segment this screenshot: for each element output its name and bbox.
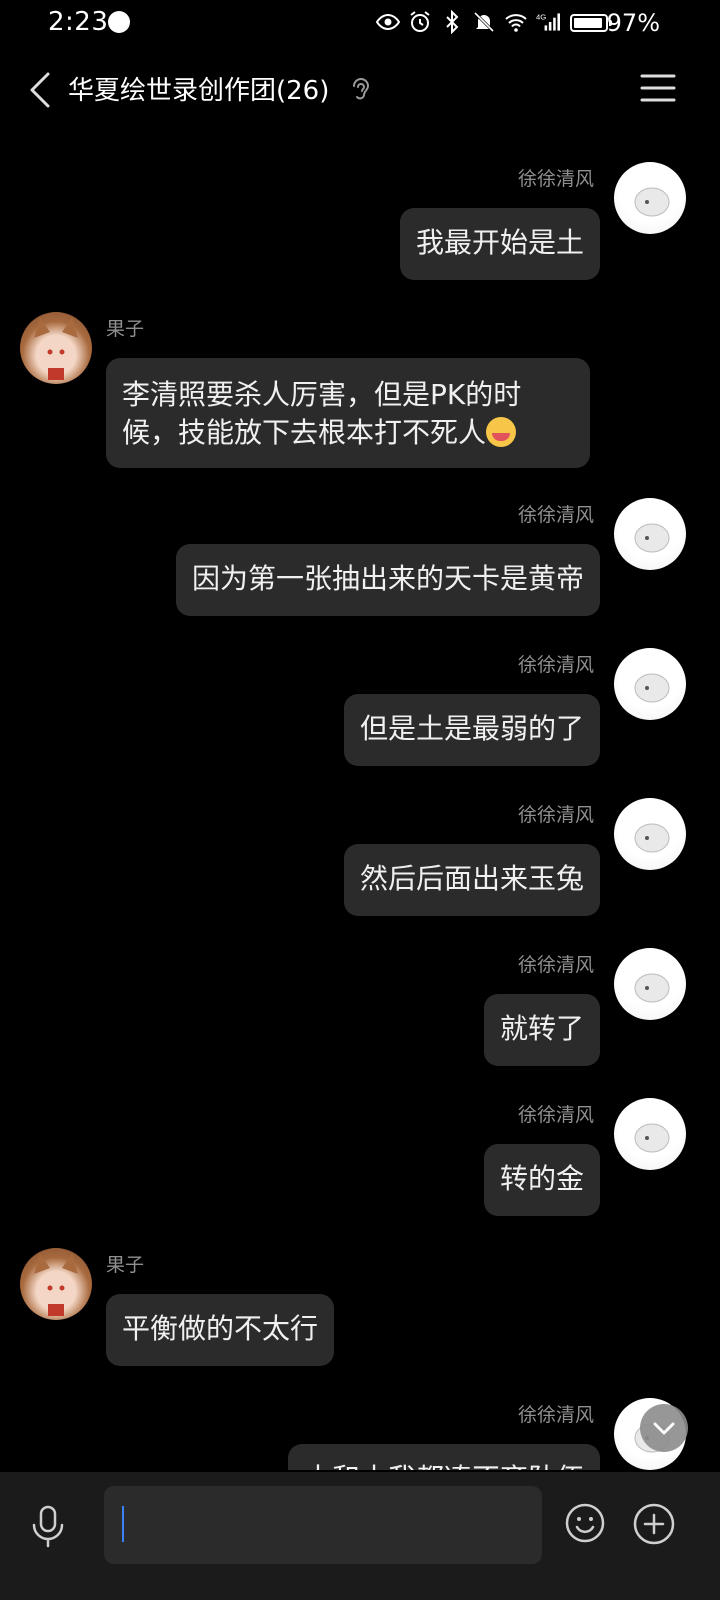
hamburger-menu-icon[interactable] xyxy=(640,70,676,106)
avatar[interactable] xyxy=(614,498,686,570)
message-bubble[interactable]: 但是土是最弱的了 xyxy=(343,694,600,766)
avatar[interactable] xyxy=(20,1248,92,1320)
battery-icon xyxy=(570,14,612,32)
sender-name: 徐徐清风 xyxy=(517,168,594,190)
back-button[interactable] xyxy=(22,66,62,114)
chevron-down-icon xyxy=(653,1422,675,1435)
message-bubble[interactable]: 我最开始是土 xyxy=(399,208,600,280)
mute-bell-icon xyxy=(473,11,495,33)
face-savoring-food-icon xyxy=(486,417,517,447)
plus-circle-icon[interactable] xyxy=(632,1502,676,1546)
alarm-icon xyxy=(410,11,430,32)
avatar[interactable] xyxy=(614,948,686,1020)
input-bar xyxy=(0,1472,720,1600)
ear-icon[interactable] xyxy=(348,74,372,104)
sender-name: 徐徐清风 xyxy=(517,504,594,526)
message-bubble[interactable]: 木和水我都凑不齐队伍 xyxy=(287,1444,600,1470)
message-bubble[interactable]: 然后后面出来玉兔 xyxy=(343,844,600,916)
network-type: 4G xyxy=(536,12,546,21)
eye-icon xyxy=(376,13,400,31)
message-bubble[interactable]: 平衡做的不太行 xyxy=(106,1294,335,1366)
message-bubble[interactable]: 因为第一张抽出来的天卡是黄帝 xyxy=(175,544,600,616)
wifi-icon xyxy=(505,14,527,32)
sender-name: 徐徐清风 xyxy=(517,654,594,676)
message-text: 李清照要杀人厉害，但是PK的时候，技能放下去根本打不死人 xyxy=(122,378,522,449)
group-title[interactable]: 华夏绘世录创作团(26) xyxy=(68,70,329,107)
sender-name: 果子 xyxy=(106,1254,145,1276)
avatar[interactable] xyxy=(614,1098,686,1170)
avatar[interactable] xyxy=(614,648,686,720)
chat-header: 华夏绘世录创作团(26) xyxy=(0,46,720,134)
status-icons: 4G xyxy=(376,10,560,34)
text-caret xyxy=(122,1506,124,1542)
signal-icon: 4G xyxy=(536,12,560,31)
avatar[interactable] xyxy=(614,798,686,870)
avatar[interactable] xyxy=(614,162,686,234)
message-bubble[interactable]: 李清照要杀人厉害，但是PK的时候，技能放下去根本打不死人 xyxy=(106,358,590,468)
smiley-icon[interactable] xyxy=(564,1502,606,1544)
sender-name: 徐徐清风 xyxy=(517,804,594,826)
sender-name: 徐徐清风 xyxy=(517,1404,594,1426)
status-bar: 2:23 4G 97% xyxy=(0,0,720,46)
sender-name: 徐徐清风 xyxy=(517,1104,594,1126)
status-time: 2:23 xyxy=(48,7,109,37)
battery-percent: 97% xyxy=(606,9,660,37)
microphone-icon[interactable] xyxy=(28,1504,68,1548)
hd-call-icon xyxy=(108,11,130,33)
avatar[interactable] xyxy=(20,312,92,384)
bluetooth-icon xyxy=(446,10,459,34)
sender-name: 果子 xyxy=(106,318,145,340)
sender-name: 徐徐清风 xyxy=(517,954,594,976)
message-input[interactable] xyxy=(104,1486,542,1564)
scroll-to-bottom-button[interactable] xyxy=(640,1404,688,1452)
message-bubble[interactable]: 转的金 xyxy=(483,1144,600,1216)
message-list[interactable]: 徐徐清风 我最开始是土 果子 李清照要杀人厉害，但是PK的时候，技能放下去根本打… xyxy=(0,134,720,1470)
message-bubble[interactable]: 就转了 xyxy=(483,994,600,1066)
